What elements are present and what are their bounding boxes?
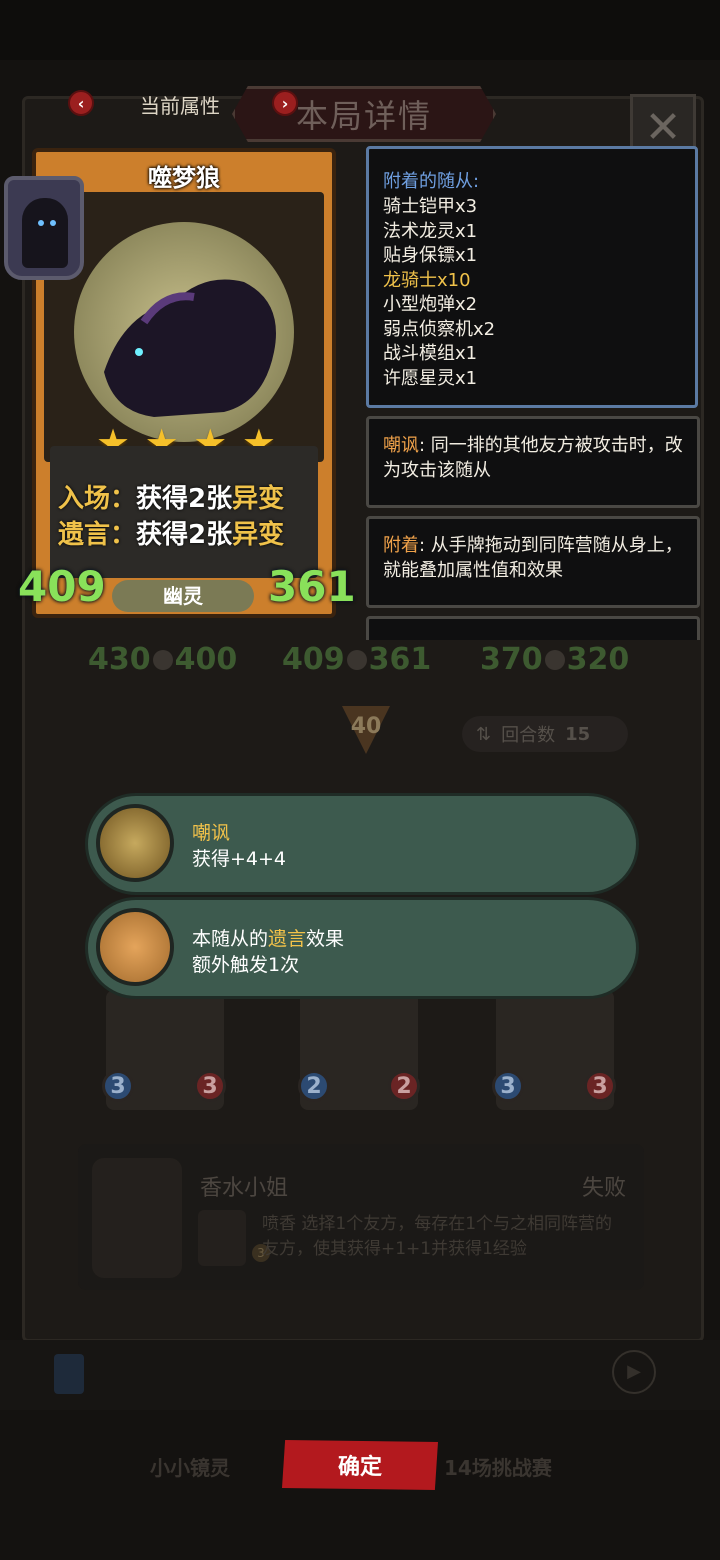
attached-item: 许愿星灵x1: [383, 367, 478, 389]
eye-icon: [38, 220, 44, 226]
board-atk: 370: [480, 642, 543, 677]
rounds-label: 回合数: [501, 725, 556, 746]
effect-label: 入场：: [58, 484, 137, 514]
log-name: 香水小姐: [200, 1176, 289, 1201]
board-minion-stats-3: 370 320: [480, 642, 629, 677]
effect-desc: 获得+4+4: [192, 848, 287, 870]
eye-icon: [50, 220, 56, 226]
top-strip: [0, 0, 720, 60]
log-minion-icon: [198, 1210, 246, 1266]
keyword-attach-box: 附着: 从手牌拖动到同阵营随从身上，就能叠加属性值和效果: [366, 516, 700, 608]
board-atk: 430: [88, 642, 151, 677]
card-health: 361: [268, 562, 356, 611]
card-attack-badge: 3: [492, 1070, 524, 1102]
effect-line2: 额外触发1次: [192, 954, 300, 976]
keyword-sep: :: [419, 535, 431, 556]
swap-icon: ⇅: [476, 723, 492, 745]
minion-type: 幽灵: [112, 580, 254, 612]
effect-keyword: 异变: [232, 520, 285, 550]
tab-right[interactable]: 14场挑战赛: [444, 1452, 552, 1481]
effect-row-taunt: 嘲讽 获得+4+4: [88, 796, 636, 892]
card-attack-badge: 2: [298, 1070, 330, 1102]
board-hp: 320: [566, 642, 630, 677]
board-hp: 361: [368, 642, 432, 677]
current-attr-tab[interactable]: 当前属性: [140, 90, 220, 119]
attached-item: 小型炮弹x2: [383, 294, 478, 315]
card-effect-deathrattle: 遗言：获得2张异变: [58, 514, 328, 551]
effect-label: 遗言：: [58, 520, 137, 550]
skull-icon: [346, 649, 367, 670]
title-banner: 本局详情: [232, 86, 496, 142]
effect-prefix: 本随从的: [192, 928, 269, 950]
taunt-icon: [96, 804, 174, 882]
effect-text: 获得2张: [136, 520, 233, 550]
keyword-sep: :: [419, 435, 431, 456]
keyword-name: 附着: [383, 535, 419, 556]
skull-icon: [544, 649, 565, 670]
log-desc: 喷香 选择1个友方，每存在1个与之相同阵营的友方，使其获得+1+1并获得1经验: [262, 1214, 613, 1259]
hood-art: [22, 198, 68, 268]
hand-count-badge: [54, 1354, 84, 1394]
effect-suffix: 效果: [306, 928, 345, 950]
board-hp: 400: [174, 642, 238, 677]
owner-portrait: [4, 176, 84, 280]
chevron-left-icon[interactable]: ‹: [68, 90, 94, 116]
card-attack-badge: 3: [102, 1070, 134, 1102]
card-effect-battlecry: 入场：获得2张异变: [58, 478, 328, 515]
arrow-value: 40: [350, 714, 382, 739]
attached-item: 骑士铠甲x3: [383, 196, 478, 217]
log-result: 失败: [582, 1176, 627, 1201]
board-minion-stats-2: 409 361: [282, 642, 431, 677]
card-art: [44, 192, 324, 462]
page-title: 本局详情: [295, 97, 432, 135]
wolf-art: [104, 279, 276, 417]
effect-text: 获得2张: [136, 484, 233, 514]
card-attack: 409: [18, 562, 106, 611]
board-atk: 409: [282, 642, 345, 677]
chevron-right-icon[interactable]: ›: [272, 90, 298, 116]
confirm-button[interactable]: 确定: [282, 1440, 438, 1490]
keyword-taunt-box: 嘲讽: 同一排的其他友方被攻击时，改为攻击该随从: [366, 416, 700, 508]
log-avatar: [92, 1158, 182, 1278]
effect-keyword: 遗言: [268, 928, 307, 950]
attached-minions-box: 附着的随从: 骑士铠甲x3 法术龙灵x1 贴身保镖x1 龙骑士x10 小型炮弹x…: [366, 146, 698, 408]
effect-title: 嘲讽: [192, 822, 231, 844]
card-health-badge: 3: [584, 1070, 616, 1102]
attached-item: 贴身保镖x1: [383, 245, 478, 266]
tab-left[interactable]: 小小镜灵: [150, 1452, 230, 1481]
attached-item: 弱点侦察机x2: [383, 318, 496, 340]
board-minion-stats-1: 430 400: [88, 642, 237, 677]
attached-title: 附着的随从:: [383, 171, 480, 192]
lastword-icon: [96, 908, 174, 986]
effect-row-lastword: 本随从的遗言效果 额外触发1次: [88, 900, 636, 996]
attached-item: 龙骑士x10: [383, 269, 471, 291]
close-icon: ✕: [644, 101, 682, 153]
effect-keyword: 异变: [232, 484, 285, 514]
keyword-box-partial: [366, 616, 700, 640]
attached-item: 法术龙灵x1: [383, 220, 478, 242]
skull-icon: [152, 649, 173, 670]
attached-item: 战斗模组x1: [383, 343, 478, 364]
keyword-name: 嘲讽: [383, 435, 419, 456]
rounds-value: 15: [565, 723, 591, 745]
effect-line1: 本随从的遗言效果: [192, 924, 344, 951]
card-health-badge: 2: [388, 1070, 420, 1102]
play-icon[interactable]: ▶: [612, 1350, 656, 1394]
card-health-badge: 3: [194, 1070, 226, 1102]
rounds-counter: ⇅ 回合数 15: [462, 716, 628, 752]
